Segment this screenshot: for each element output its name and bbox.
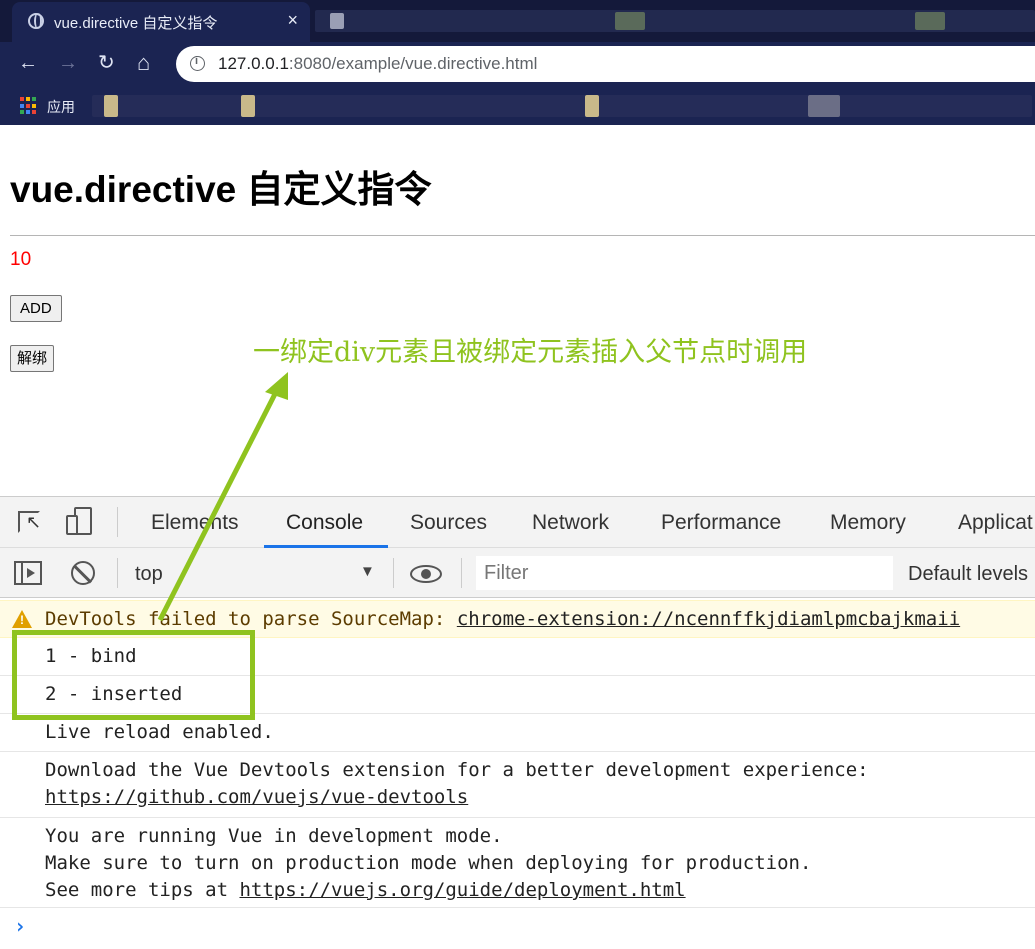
counter-value: 10 — [10, 249, 32, 270]
blurred-bookmarks — [585, 95, 599, 117]
reload-button[interactable]: ↻ — [98, 52, 115, 74]
clear-console-icon[interactable] — [71, 561, 95, 585]
close-icon[interactable]: × — [287, 10, 298, 31]
tab-title: vue.directive 自定义指令 — [54, 15, 218, 32]
forward-button[interactable]: → — [58, 52, 78, 74]
tab-elements[interactable]: Elements — [151, 511, 239, 535]
page-content: vue.directive 自定义指令 10 ADD 解绑 一绑定div元素且被… — [0, 125, 1035, 495]
blurred-bookmarks — [241, 95, 255, 117]
console-log-line: Download the Vue Devtools extension for … — [0, 752, 1035, 818]
home-button[interactable]: ⌂ — [137, 52, 150, 74]
tab-sources[interactable]: Sources — [410, 511, 487, 535]
deployment-link[interactable]: https://vuejs.org/guide/deployment.html — [239, 879, 685, 901]
warning-icon — [12, 610, 32, 628]
warning-message: DevTools failed to parse SourceMap: — [45, 608, 457, 630]
devtools-link[interactable]: https://github.com/vuejs/vue-devtools — [45, 784, 468, 811]
log-text: See more tips at https://vuejs.org/guide… — [45, 877, 686, 904]
url-text[interactable]: 127.0.0.1:8080/example/vue.directive.htm… — [218, 54, 537, 74]
context-selector[interactable]: top — [135, 563, 163, 586]
page-title: vue.directive 自定义指令 — [10, 169, 432, 210]
log-text: You are running Vue in development mode. — [45, 825, 503, 847]
inspect-element-icon[interactable] — [18, 511, 41, 533]
blurred-bookmarks — [808, 95, 840, 117]
address-bar[interactable]: 127.0.0.1:8080/example/vue.directive.htm… — [176, 46, 1035, 82]
device-toolbar-icon[interactable] — [66, 507, 94, 535]
console-filter-input[interactable] — [476, 556, 893, 590]
log-text-prefix: See more tips at — [45, 879, 240, 901]
separator — [393, 558, 394, 588]
chevron-down-icon[interactable]: ▼ — [360, 563, 375, 580]
blurred-bookmarks — [92, 95, 1032, 117]
console-prompt[interactable]: › — [14, 914, 26, 938]
separator — [117, 558, 118, 588]
divider — [10, 235, 1035, 236]
log-text: Live reload enabled. — [45, 721, 274, 743]
bookmarks-bar: 应用 — [0, 87, 1035, 125]
show-sidebar-icon[interactable] — [14, 561, 42, 585]
tab-memory[interactable]: Memory — [830, 511, 906, 535]
log-text: Download the Vue Devtools extension for … — [45, 759, 869, 781]
console-toolbar: top ▼ Default levels — [0, 548, 1035, 598]
tab-application[interactable]: Applicat — [958, 511, 1033, 535]
globe-icon — [28, 13, 44, 29]
tab-network[interactable]: Network — [532, 511, 609, 535]
add-button[interactable]: ADD — [10, 295, 62, 322]
blurred-tab-region — [615, 12, 645, 30]
log-text: Make sure to turn on production mode whe… — [45, 852, 812, 874]
apps-grid-icon[interactable] — [20, 97, 38, 115]
separator — [461, 558, 462, 588]
warning-link[interactable]: chrome-extension://ncennffkjdiamlpmcbajk… — [457, 608, 960, 630]
url-path: :8080/example/vue.directive.html — [288, 54, 538, 73]
tab-console[interactable]: Console — [286, 511, 363, 535]
blurred-tab-region — [915, 12, 945, 30]
blurred-tab-region — [330, 13, 344, 29]
devtools-tabbar: Elements Console Sources Network Perform… — [0, 496, 1035, 548]
unbind-button[interactable]: 解绑 — [10, 345, 55, 372]
annotation-text: 一绑定div元素且被绑定元素插入父节点时调用 — [253, 337, 808, 368]
warning-text: DevTools failed to parse SourceMap: chro… — [45, 606, 960, 633]
tab-performance[interactable]: Performance — [661, 511, 781, 535]
console-log-line: You are running Vue in development mode.… — [0, 818, 1035, 908]
log-levels-dropdown[interactable]: Default levels — [908, 563, 1028, 586]
browser-tabstrip: vue.directive 自定义指令 × — [0, 0, 1035, 42]
apps-label[interactable]: 应用 — [47, 97, 75, 117]
browser-tab-active[interactable]: vue.directive 自定义指令 × — [12, 2, 310, 42]
browser-toolbar: ← → ↻ ⌂ 127.0.0.1:8080/example/vue.direc… — [0, 42, 1035, 87]
url-host: 127.0.0.1 — [218, 54, 289, 73]
eye-icon[interactable] — [410, 565, 442, 583]
screenshot-root: vue.directive 自定义指令 × ← → ↻ ⌂ 127.0.0.1:… — [0, 0, 1035, 949]
highlight-box — [12, 630, 255, 720]
blurred-bookmarks — [104, 95, 118, 117]
info-icon[interactable] — [190, 55, 205, 71]
back-button[interactable]: ← — [18, 52, 38, 74]
separator — [117, 507, 118, 537]
